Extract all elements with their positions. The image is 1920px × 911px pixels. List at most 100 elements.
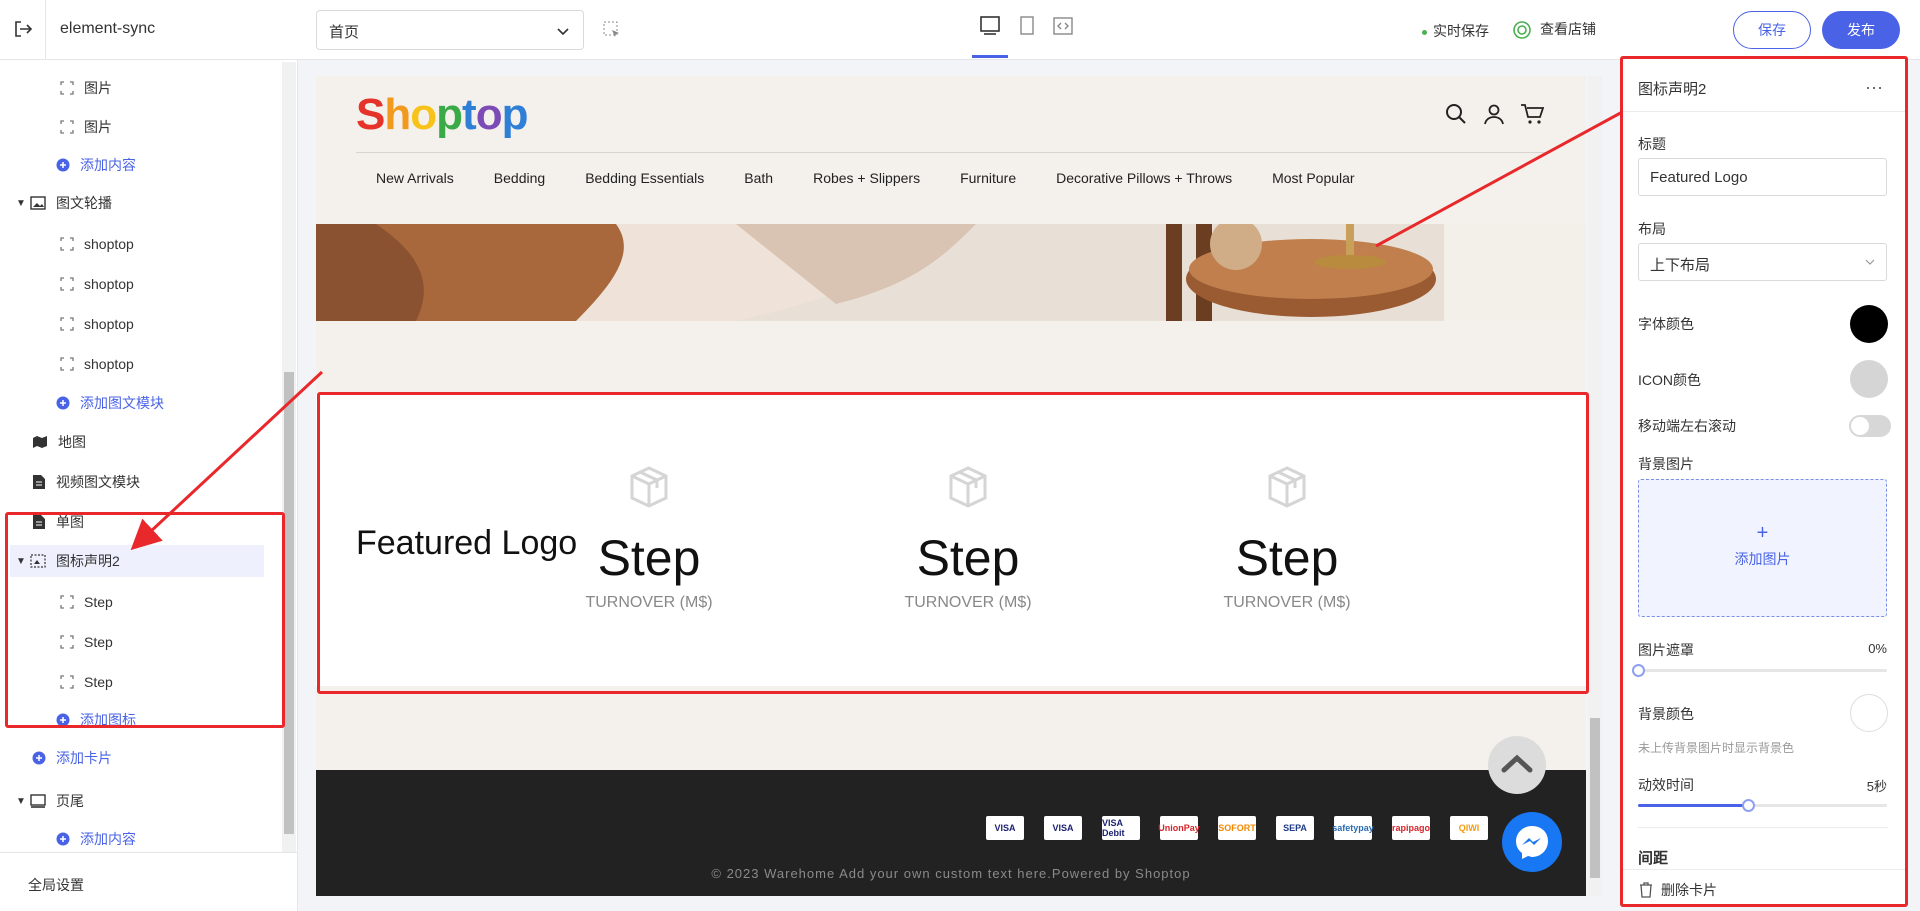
back-to-top-button[interactable] — [1488, 736, 1546, 794]
delete-card-button[interactable]: 删除卡片 — [1623, 869, 1905, 904]
tree-module[interactable]: 地图 — [32, 426, 86, 458]
tree-group[interactable]: ▼ 图文轮播 — [16, 187, 112, 219]
add-image-button[interactable]: + 添加图片 — [1638, 479, 1887, 617]
tree-carousel-slide-item[interactable]: shoptop — [60, 308, 134, 340]
tree-group[interactable]: ▼ 图标声明2 — [10, 545, 264, 577]
animation-slider-handle[interactable] — [1741, 799, 1755, 812]
tree-add-card[interactable]: 添加卡片 — [32, 742, 112, 774]
status-dot — [1422, 29, 1427, 35]
footer: VISA VISA VISA Debit UnionPay SOFORT SEPA safe… — [316, 770, 1586, 896]
trash-icon — [1640, 882, 1652, 898]
top-bar: element-sync 首页 实时保存 查看店铺 保存 发布 — [0, 0, 1920, 60]
layout-label: 布局 — [1638, 221, 1666, 237]
logo-letter: p — [501, 90, 529, 139]
tree-carousel-slide-item[interactable]: shoptop — [60, 268, 134, 300]
layout-select-value: 上下布局 — [1650, 257, 1711, 274]
code-view-icon[interactable] — [1052, 14, 1074, 38]
nav-item[interactable]: New Arrivals — [376, 170, 454, 186]
tree-image-item[interactable]: 图片 — [60, 72, 112, 104]
bedroom-photo — [316, 224, 1586, 321]
step-card[interactable]: Step TURNOVER (M$) — [549, 464, 749, 612]
properties-panel: 图标声明2 ··· 标题 Featured Logo 布局 上下布局 字体颜色 … — [1620, 56, 1908, 907]
font-color-label: 字体颜色 — [1638, 316, 1694, 332]
save-button[interactable]: 保存 — [1733, 11, 1811, 49]
tree-item-label: 添加卡片 — [56, 750, 112, 766]
mobile-scroll-label: 移动端左右滚动 — [1638, 418, 1736, 434]
exit-icon[interactable] — [12, 18, 34, 40]
nav-item[interactable]: Decorative Pillows + Throws — [1056, 170, 1232, 186]
more-options-icon[interactable]: ··· — [1865, 77, 1883, 98]
payment-badge: QIWI — [1450, 816, 1488, 840]
tablet-view-icon[interactable] — [1016, 14, 1038, 38]
desktop-view-icon[interactable] — [979, 14, 1001, 38]
step-title: Step — [1235, 530, 1339, 586]
nav-item[interactable]: Furniture — [960, 170, 1016, 186]
step-card[interactable]: Step TURNOVER (M$) — [1187, 464, 1387, 612]
nav-item[interactable]: Bedding Essentials — [585, 170, 704, 186]
messenger-chat-button[interactable] — [1502, 812, 1562, 872]
mobile-scroll-toggle[interactable] — [1849, 415, 1891, 437]
title-input[interactable]: Featured Logo — [1638, 158, 1887, 196]
tree-module[interactable]: 视频图文模块 — [32, 466, 140, 498]
logo-letter: S — [356, 90, 385, 139]
canvas-scroll-thumb[interactable] — [1590, 718, 1600, 878]
tree-group[interactable]: ▼ 页尾 — [16, 785, 84, 817]
tree-carousel-slide-item[interactable]: shoptop — [60, 348, 134, 380]
tree-image-item[interactable]: 图片 — [60, 111, 112, 143]
tree-carousel-slide-item[interactable]: shoptop — [60, 228, 134, 260]
spacing-label: 间距 — [1638, 850, 1669, 867]
page-select-value: 首页 — [329, 24, 360, 41]
mask-slider[interactable] — [1632, 664, 1887, 677]
autosave-status: 实时保存 — [1422, 21, 1489, 41]
tree-add-item[interactable]: 添加内容 — [56, 149, 136, 181]
title-label: 标题 — [1638, 136, 1666, 152]
tree-item-label: Step — [84, 594, 113, 610]
tree-item-label: 地图 — [58, 434, 86, 450]
tree-add-item[interactable]: 添加图文模块 — [56, 387, 164, 419]
logo-letter: h — [384, 90, 411, 139]
payment-badge: VISA — [986, 816, 1024, 840]
mask-value: 0% — [1868, 641, 1887, 656]
nav-item[interactable]: Bath — [744, 170, 773, 186]
icon-color-swatch[interactable] — [1850, 360, 1888, 398]
featured-logo-section[interactable]: Featured Logo Step TURNOVER (M$) Step TURNO… — [316, 394, 1586, 686]
account-icon[interactable] — [1482, 102, 1506, 126]
shoptop-logo[interactable]: Shoptop — [356, 90, 529, 140]
font-color-swatch[interactable] — [1850, 305, 1888, 343]
animation-time-slider[interactable] — [1638, 799, 1887, 812]
bg-image-label: 背景图片 — [1638, 456, 1694, 472]
tree-module[interactable]: 单图 — [32, 506, 84, 538]
animation-slider-fill — [1638, 804, 1748, 807]
main-navigation: New Arrivals Bedding Bedding Essentials Bat… — [376, 170, 1395, 186]
bg-color-swatch[interactable] — [1850, 694, 1888, 732]
step-title: Step — [597, 530, 701, 586]
chevron-down-icon — [1865, 259, 1875, 265]
view-store-link[interactable]: 查看店铺 — [1512, 19, 1596, 40]
layout-select[interactable]: 上下布局 — [1638, 243, 1887, 281]
tree-step-item[interactable]: Step — [60, 586, 113, 618]
page-select[interactable]: 首页 — [316, 10, 584, 50]
cart-icon[interactable] — [1520, 102, 1544, 126]
tree-item-label: 页尾 — [56, 793, 84, 809]
component-tree: 图片 图片 添加内容 ▼ 图文轮播 shoptop shoptop shoptop shopto… — [0, 60, 282, 850]
element-select-icon[interactable] — [602, 20, 622, 40]
nav-item[interactable]: Robes + Slippers — [813, 170, 920, 186]
tree-item-label: 视频图文模块 — [56, 474, 140, 490]
tree-item-label: 添加内容 — [80, 157, 136, 173]
step-card[interactable]: Step TURNOVER (M$) — [868, 464, 1068, 612]
nav-item[interactable]: Most Popular — [1272, 170, 1354, 186]
sidebar-scroll-thumb[interactable] — [284, 372, 294, 834]
tree-item-label: 添加内容 — [80, 831, 136, 847]
tree-add-item[interactable]: 添加图标 — [56, 704, 136, 736]
tree-step-item[interactable]: Step — [60, 666, 113, 698]
tree-step-item[interactable]: Step — [60, 626, 113, 658]
search-icon[interactable] — [1444, 102, 1468, 126]
global-settings-button[interactable]: 全局设置 — [0, 852, 298, 911]
nav-item[interactable]: Bedding — [494, 170, 545, 186]
hero-banner-image[interactable] — [316, 224, 1586, 321]
mask-slider-handle[interactable] — [1632, 664, 1645, 677]
logo-letter: p — [436, 90, 463, 139]
tree-item-label: 图片 — [84, 119, 112, 135]
tree-add-item[interactable]: 添加内容 — [56, 823, 136, 850]
publish-button[interactable]: 发布 — [1822, 11, 1900, 49]
